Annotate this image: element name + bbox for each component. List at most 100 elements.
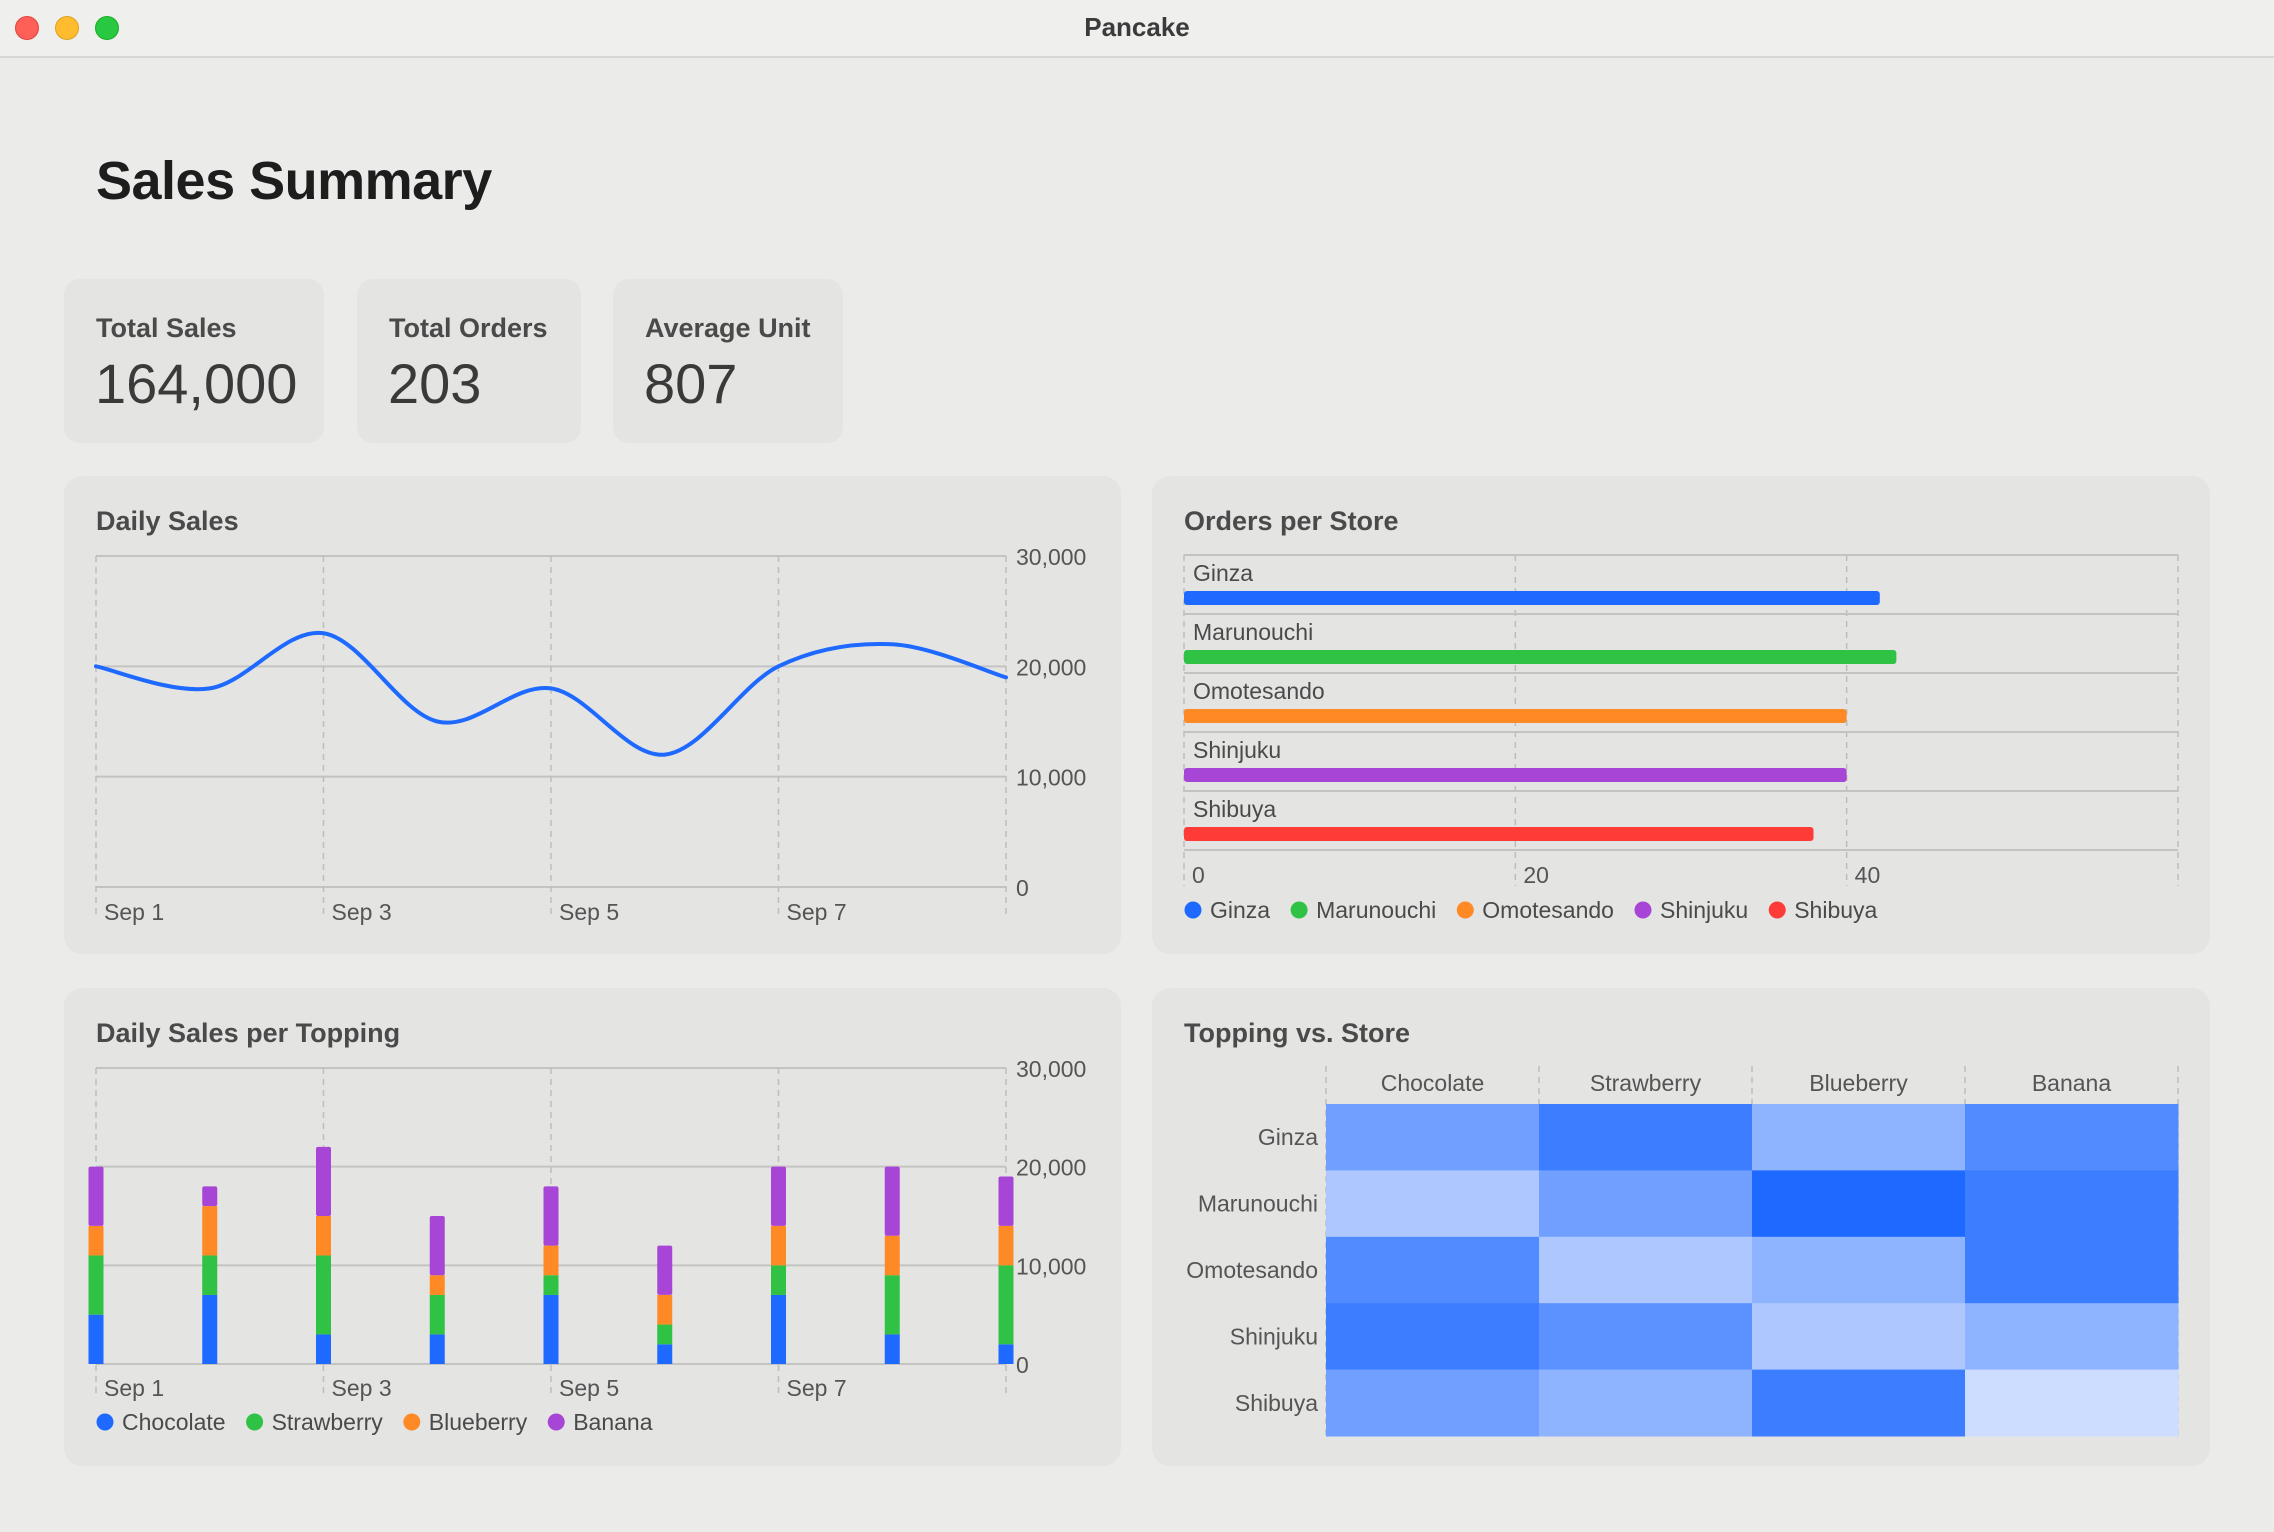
- column-label: Chocolate: [1381, 1070, 1485, 1096]
- kpi-value: 164,000: [95, 352, 298, 415]
- daily-sales-card: Daily Sales 0 10,000 20,000 30,000 Sep 1 Sep …: [64, 476, 1121, 954]
- legend-swatch: [96, 1413, 114, 1431]
- x-tick-label: 0: [1192, 862, 1205, 888]
- x-tick-label: 20: [1523, 862, 1549, 888]
- stack-segment-chocolate: [884, 1334, 900, 1364]
- x-tick-label: Sep 1: [104, 1375, 164, 1401]
- heatmap-cell: [1965, 1236, 2179, 1304]
- stack-segment-banana: [316, 1146, 331, 1216]
- legend-label: Shibuya: [1794, 897, 1877, 923]
- heatmap-cell: [1752, 1303, 1966, 1371]
- x-tick-label: Sep 3: [332, 899, 392, 925]
- legend-label: Shinjuku: [1660, 897, 1748, 923]
- stack-segment-blueberry: [884, 1235, 900, 1276]
- stack-segment-chocolate: [771, 1294, 786, 1364]
- page-title: Sales Summary: [96, 151, 492, 211]
- heatmap-cell: [1752, 1170, 1966, 1238]
- bar-label: Shibuya: [1193, 796, 1276, 822]
- bar-shinjuku: [1184, 768, 1847, 782]
- bar-label: Shinjuku: [1193, 737, 1281, 763]
- stack-segment-blueberry: [429, 1275, 445, 1295]
- stack-segment-chocolate: [202, 1294, 218, 1364]
- bar-label: Marunouchi: [1193, 619, 1313, 645]
- heatmap-cell: [1539, 1170, 1753, 1238]
- x-tick-label: Sep 3: [332, 1375, 392, 1401]
- stack-segment-banana: [657, 1245, 673, 1295]
- daily-sales-chart: 0 10,000 20,000 30,000 Sep 1 Sep 3 Sep 5 Sep 7: [94, 544, 1086, 925]
- column-label: Banana: [2032, 1070, 2112, 1096]
- y-tick-label: 10,000: [1016, 765, 1086, 791]
- stack-segment-strawberry: [771, 1265, 786, 1295]
- y-tick-label: 0: [1016, 875, 1029, 901]
- legend-swatch: [547, 1413, 565, 1431]
- stack-segment-chocolate: [543, 1294, 559, 1364]
- kpi-average-unit: Average Unit 807: [613, 279, 843, 443]
- stack-segment-strawberry: [429, 1294, 445, 1335]
- heatmap-cell: [1326, 1369, 1540, 1437]
- title-bar[interactable]: Pancake: [0, 0, 2274, 58]
- y-tick-label: 0: [1016, 1352, 1029, 1378]
- legend-swatch: [1184, 901, 1202, 919]
- topping-store-heatmap: Chocolate Strawberry Blueberry Banana Ginza M…: [1186, 1066, 2179, 1437]
- orders-per-store-card: Orders per Store 0 20 40 Ginza Marunouchi Omo…: [1152, 476, 2210, 954]
- legend-label: Omotesando: [1482, 897, 1614, 923]
- stack-segment-chocolate: [998, 1344, 1014, 1364]
- row-label: Shinjuku: [1230, 1323, 1318, 1349]
- bar-omotesando: [1184, 709, 1847, 723]
- stack-segment-banana: [884, 1166, 900, 1236]
- stack-segment-strawberry: [316, 1255, 331, 1335]
- stack-segment-strawberry: [657, 1324, 673, 1345]
- stack-segment-strawberry: [998, 1265, 1014, 1345]
- bar-label: Omotesando: [1193, 678, 1325, 704]
- daily-topping-card: Daily Sales per Topping 0 10,000 20,000 30,…: [64, 988, 1121, 1466]
- stack-segment-banana: [771, 1166, 786, 1226]
- kpi-value: 203: [388, 352, 482, 415]
- stack-segment-blueberry: [543, 1245, 559, 1276]
- legend-swatch: [1634, 901, 1652, 919]
- heatmap-card: Topping vs. Store Chocolate Strawberry Blu…: [1152, 988, 2210, 1466]
- heatmap-cell: [1752, 1369, 1966, 1437]
- stack-segment-blueberry: [202, 1206, 218, 1256]
- app-window: Pancake Sales Summary Total Sales 164,00…: [0, 0, 2274, 1532]
- legend-label: Blueberry: [429, 1409, 528, 1435]
- kpi-label: Total Orders: [389, 313, 548, 343]
- legend-label: Marunouchi: [1316, 897, 1436, 923]
- legend-label: Banana: [573, 1409, 653, 1435]
- stack-segment-chocolate: [88, 1314, 104, 1364]
- row-label: Marunouchi: [1198, 1191, 1318, 1217]
- heatmap-cell: [1965, 1369, 2179, 1437]
- stack-segment-banana: [88, 1166, 104, 1226]
- orders-per-store-chart: 0 20 40 Ginza Marunouchi Omotesando Shinjuku Sh…: [1183, 554, 2179, 923]
- kpi-value: 807: [644, 352, 738, 415]
- x-tick-label: Sep 5: [559, 899, 619, 925]
- stack-segment-strawberry: [88, 1255, 104, 1315]
- heatmap-cell: [1752, 1236, 1966, 1304]
- bar-label: Ginza: [1193, 560, 1253, 586]
- stack-segment-strawberry: [884, 1275, 900, 1335]
- stack-segment-strawberry: [543, 1275, 559, 1295]
- x-tick-label: Sep 5: [559, 1375, 619, 1401]
- legend-swatch: [246, 1413, 264, 1431]
- heatmap-cell: [1539, 1104, 1753, 1171]
- x-tick-label: 40: [1855, 862, 1881, 888]
- stack-segment-banana: [543, 1186, 559, 1246]
- legend-swatch: [403, 1413, 421, 1431]
- legend-swatch: [1768, 901, 1786, 919]
- legend-label: Strawberry: [272, 1409, 384, 1435]
- stack-segment-chocolate: [657, 1344, 673, 1364]
- stack-segment-blueberry: [998, 1225, 1014, 1266]
- legend-swatch: [1456, 901, 1474, 919]
- legend-swatch: [1290, 901, 1308, 919]
- stack-segment-banana: [429, 1216, 445, 1276]
- row-label: Omotesando: [1186, 1257, 1318, 1283]
- kpi-label: Total Sales: [96, 313, 237, 343]
- heatmap-cell: [1326, 1236, 1540, 1304]
- row-label: Ginza: [1258, 1124, 1318, 1150]
- stack-segment-blueberry: [88, 1225, 104, 1256]
- heatmap-cell: [1539, 1303, 1753, 1371]
- x-tick-label: Sep 1: [104, 899, 164, 925]
- heatmap-cell: [1965, 1170, 2179, 1238]
- stack-segment-chocolate: [316, 1334, 331, 1364]
- bar-shibuya: [1184, 827, 1814, 841]
- heatmap-cell: [1326, 1170, 1540, 1238]
